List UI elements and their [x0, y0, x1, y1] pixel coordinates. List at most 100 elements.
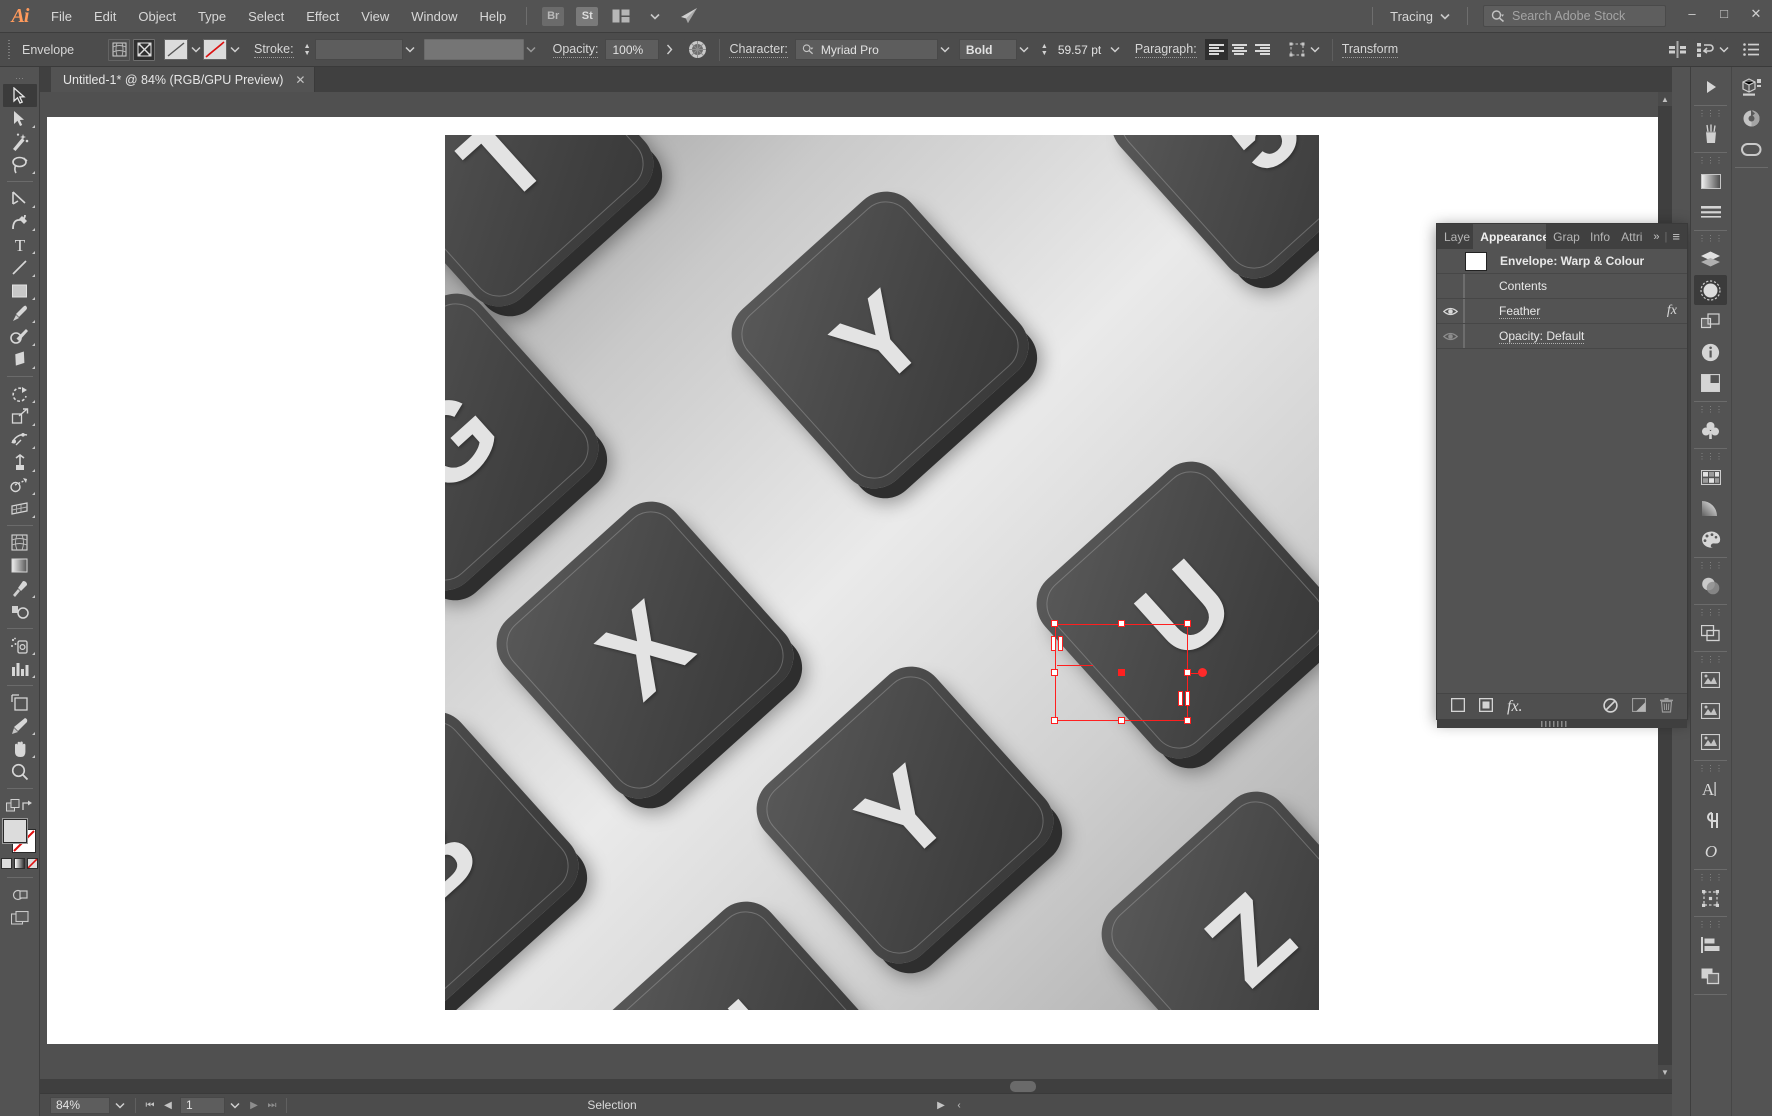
- direct-selection-tool[interactable]: [3, 107, 37, 130]
- stroke-weight-input[interactable]: [314, 39, 403, 60]
- image-trace-panel-icon[interactable]: [1694, 665, 1727, 695]
- fill-swatch[interactable]: [164, 39, 188, 60]
- paragraph-panel-icon[interactable]: [1694, 805, 1727, 835]
- graphic-styles-panel-icon[interactable]: [1694, 306, 1727, 336]
- appearance-row-feather[interactable]: Feather fx: [1437, 299, 1687, 324]
- dock-gripper-8[interactable]: ⋮⋮⋮: [1691, 655, 1731, 664]
- chevron-down-icon[interactable]: [938, 39, 953, 60]
- transform-panel-icon[interactable]: [1694, 883, 1727, 913]
- color-guide-panel-icon[interactable]: [1694, 493, 1727, 523]
- search-adobe-stock-input[interactable]: Search Adobe Stock: [1483, 5, 1666, 27]
- appearance-row-label[interactable]: Feather: [1465, 304, 1667, 319]
- keyboard-key-x[interactable]: X: [482, 487, 808, 813]
- font-size-stepper[interactable]: ▲ ▼: [1039, 43, 1050, 57]
- chevron-down-icon[interactable]: [1108, 39, 1123, 60]
- add-new-effect-icon[interactable]: fx.: [1507, 698, 1523, 716]
- toolbar-gripper[interactable]: ⋯: [0, 72, 39, 84]
- hand-tool[interactable]: [3, 737, 37, 760]
- none-swatch-button[interactable]: [27, 858, 38, 869]
- menu-window[interactable]: Window: [400, 0, 468, 33]
- free-transform-tool[interactable]: [3, 451, 37, 474]
- arrange-icon[interactable]: [1694, 38, 1716, 61]
- keyboard-key-u[interactable]: U: [1022, 447, 1319, 773]
- stroke-panel-icon[interactable]: [1694, 197, 1727, 227]
- chevron-down-icon[interactable]: [227, 39, 242, 60]
- character-panel-icon[interactable]: A: [1694, 774, 1727, 804]
- rectangle-tool[interactable]: [3, 279, 37, 302]
- delete-selected-item-icon[interactable]: [1660, 697, 1673, 716]
- pathfinder-2-panel-icon[interactable]: [1694, 961, 1727, 991]
- scroll-up-icon[interactable]: ▲: [1658, 92, 1672, 106]
- column-graph-tool[interactable]: [3, 657, 37, 680]
- curvature-tool[interactable]: [3, 210, 37, 233]
- appearance-panel-icon[interactable]: [1694, 275, 1728, 305]
- swap-fill-stroke-icon[interactable]: [5, 798, 20, 813]
- appearance-panel[interactable]: Laye Appearance Grap Info Attri » | ≡ En…: [1436, 223, 1688, 728]
- line-segment-tool[interactable]: [3, 256, 37, 279]
- opacity-input[interactable]: 100%: [605, 39, 660, 60]
- align-center-button[interactable]: [1227, 39, 1251, 60]
- recolor-artwork-icon[interactable]: [684, 38, 711, 61]
- artboard-tool[interactable]: [3, 691, 37, 714]
- scrollbar-thumb[interactable]: [1010, 1081, 1036, 1092]
- first-artboard-button[interactable]: ⏮: [141, 1100, 159, 1111]
- keyboard-key-b[interactable]: B: [445, 697, 593, 1010]
- libraries-panel-icon[interactable]: [1735, 103, 1768, 133]
- swatches-panel-icon[interactable]: [1694, 462, 1727, 492]
- artboard-number-input[interactable]: 1: [180, 1096, 225, 1114]
- appearance-row-envelope[interactable]: Envelope: Warp & Colour: [1437, 249, 1687, 274]
- change-screen-mode-icon[interactable]: [3, 906, 37, 929]
- stroke-color-picker[interactable]: [203, 39, 242, 60]
- eyedropper-tool[interactable]: [3, 577, 37, 600]
- gradient-tool[interactable]: [3, 554, 37, 577]
- chevron-down-icon[interactable]: [524, 39, 539, 60]
- artboard[interactable]: T5GYUXYZBN: [445, 135, 1319, 1010]
- zoom-tool[interactable]: [3, 760, 37, 783]
- menu-edit[interactable]: Edit: [83, 0, 127, 33]
- status-expand-icon[interactable]: ▶: [932, 1100, 950, 1111]
- mesh-tool[interactable]: [3, 531, 37, 554]
- appearance-row-label[interactable]: Opacity: Default: [1465, 329, 1687, 344]
- fx-icon[interactable]: fx: [1667, 303, 1687, 319]
- expand-panels-icon[interactable]: [1694, 72, 1727, 102]
- color-panel-icon[interactable]: [1694, 524, 1727, 554]
- chevron-down-icon[interactable]: [1308, 39, 1323, 60]
- paintbrush-tool[interactable]: [3, 302, 37, 325]
- lasso-tool[interactable]: [3, 153, 37, 176]
- symbol-sprayer-tool[interactable]: [3, 634, 37, 657]
- info-panel-icon[interactable]: [1694, 337, 1727, 367]
- dock-gripper-10[interactable]: ⋮⋮⋮: [1691, 873, 1731, 882]
- pen-tool[interactable]: [3, 187, 37, 210]
- close-button[interactable]: ✕: [1740, 2, 1772, 26]
- chevron-down-icon[interactable]: [1716, 39, 1731, 60]
- eraser-tool[interactable]: [3, 348, 37, 371]
- gradient-panel-icon[interactable]: [1694, 166, 1727, 196]
- minimize-button[interactable]: –: [1676, 2, 1708, 26]
- dock-gripper-2[interactable]: ⋮⋮⋮: [1691, 156, 1731, 165]
- keyboard-key-5[interactable]: 5: [1097, 135, 1319, 293]
- control-bar-gripper[interactable]: [8, 39, 13, 60]
- maximize-button[interactable]: □: [1708, 2, 1740, 26]
- rotate-tool[interactable]: [3, 382, 37, 405]
- align-panel-icon[interactable]: [1694, 930, 1727, 960]
- edit-envelope-object-icon[interactable]: [133, 38, 155, 61]
- close-icon[interactable]: ✕: [295, 73, 305, 87]
- appearance-list[interactable]: Envelope: Warp & Colour Contents Feather…: [1437, 249, 1687, 693]
- scale-tool[interactable]: [3, 405, 37, 428]
- next-artboard-button[interactable]: ▶: [245, 1100, 263, 1111]
- gradient-swatch-button[interactable]: [14, 858, 25, 869]
- duplicate-selected-item-icon[interactable]: [1631, 697, 1647, 715]
- menu-type[interactable]: Type: [187, 0, 237, 33]
- add-new-stroke-icon[interactable]: [1450, 697, 1466, 715]
- visibility-eye-icon-dim[interactable]: [1437, 331, 1463, 342]
- tab-appearance[interactable]: Appearance: [1473, 224, 1547, 249]
- align-right-button[interactable]: [1250, 39, 1274, 60]
- slice-tool[interactable]: [3, 714, 37, 737]
- panel-options-icon[interactable]: [1740, 38, 1762, 61]
- links-panel-icon[interactable]: [1694, 696, 1727, 726]
- type-tool[interactable]: T: [3, 233, 37, 256]
- symbols-panel-icon[interactable]: [1694, 415, 1727, 445]
- panel-menu-icon[interactable]: ≡: [1672, 229, 1680, 244]
- font-family-select[interactable]: Myriad Pro: [794, 39, 938, 60]
- tab-graphic-styles[interactable]: Grap: [1546, 224, 1583, 249]
